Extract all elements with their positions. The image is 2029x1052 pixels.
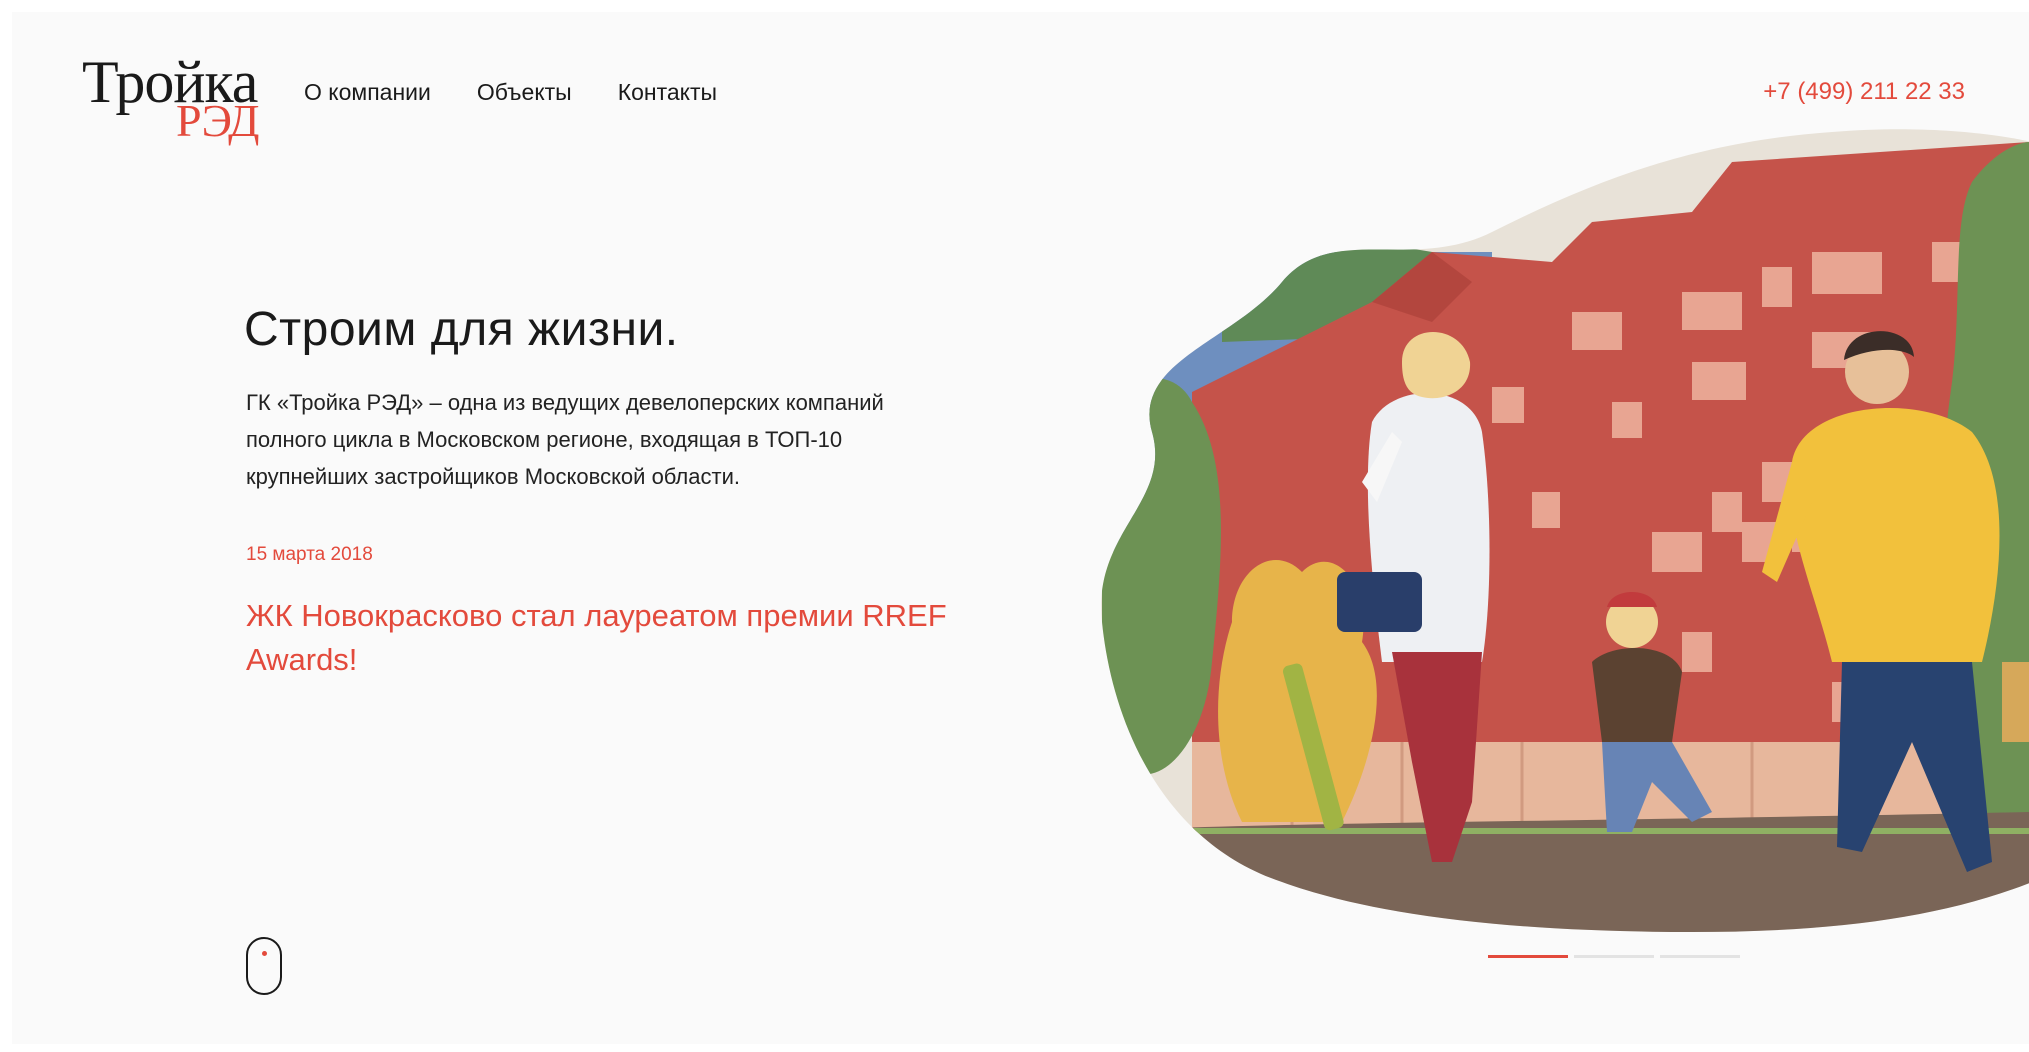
- logo-sub-text: РЭД: [176, 95, 260, 146]
- scroll-dot: [261, 951, 267, 956]
- hero-description: ГК «Тройка РЭД» – одна из ведущих девело…: [246, 390, 884, 489]
- nav-item-about[interactable]: О компании: [304, 78, 431, 106]
- hero-slider-pagination: [1488, 955, 1740, 958]
- nav-item-objects[interactable]: Объекты: [477, 78, 572, 106]
- nav-item-contacts[interactable]: Контакты: [618, 78, 717, 106]
- hero-title: Строим для жизни.: [244, 303, 679, 356]
- page: Тройка РЭД О компании Объекты Контакты +…: [12, 12, 2029, 1044]
- main-nav: О компании Объекты Контакты: [304, 78, 717, 106]
- mouse-scroll-icon[interactable]: [246, 937, 282, 995]
- slider-dot-3[interactable]: [1660, 955, 1740, 958]
- hero-illustration: [1101, 129, 2029, 932]
- logo[interactable]: Тройка РЭД: [72, 40, 262, 150]
- news-date: 15 марта 2018: [246, 544, 373, 565]
- slider-dot-1[interactable]: [1488, 955, 1568, 958]
- slider-dot-2[interactable]: [1574, 955, 1654, 958]
- news-headline-link[interactable]: ЖК Новокрасково стал лауреатом премии RR…: [246, 594, 986, 682]
